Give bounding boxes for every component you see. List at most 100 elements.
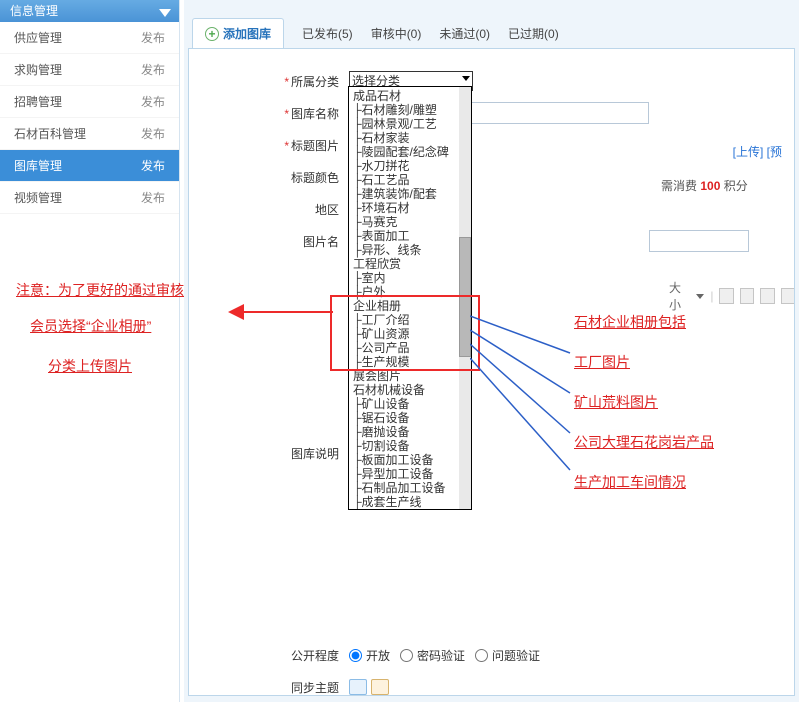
editor-size-label: 大小 [669, 279, 690, 313]
radio-question[interactable]: 问题验证 [475, 647, 540, 664]
dropdown-option[interactable]: ├公司产品 [353, 341, 471, 355]
dropdown-option[interactable]: ├石制品加工设备 [353, 481, 471, 495]
label-name: *图库名称 [189, 105, 349, 122]
sidebar-publish-link[interactable]: 发布 [141, 118, 165, 149]
sync-icon-1[interactable] [349, 679, 367, 695]
note-right-4: 生产加工车间情况 [574, 472, 686, 492]
sidebar-title: 信息管理 [10, 4, 58, 18]
label-image-name: 图片名 [189, 233, 349, 250]
main-area: + 添加图库 已发布(5) 审核中(0) 未通过(0) 已过期(0) *所属分类… [184, 0, 799, 702]
sidebar-item-label: 图库管理 [14, 150, 62, 181]
label-sync: 同步主题 [189, 679, 349, 696]
link-upload[interactable]: [上传] [733, 145, 764, 159]
sidebar-item-label: 供应管理 [14, 22, 62, 53]
dropdown-option[interactable]: 工程欣赏 [353, 257, 471, 271]
tab-expired[interactable]: 已过期(0) [508, 25, 559, 42]
sidebar-item[interactable]: 招聘管理 发布 [0, 86, 179, 118]
sidebar-item[interactable]: 求购管理 发布 [0, 54, 179, 86]
dropdown-option[interactable]: ├户外 [353, 285, 471, 299]
label-publicity: 公开程度 [189, 647, 349, 664]
tab-add-label: 添加图库 [223, 25, 271, 42]
tab-rejected[interactable]: 未通过(0) [439, 25, 490, 42]
dropdown-option[interactable]: ├石工艺品 [353, 173, 471, 187]
label-desc: 图库说明 [189, 445, 349, 462]
sidebar-item-label: 求购管理 [14, 54, 62, 85]
note-left-3: 分类上传图片 [48, 356, 132, 376]
dropdown-scrollbar[interactable] [459, 87, 471, 509]
tabs: + 添加图库 已发布(5) 审核中(0) 未通过(0) 已过期(0) [184, 0, 799, 48]
dropdown-option[interactable]: 成品石材 [353, 89, 471, 103]
dropdown-option[interactable]: ├建筑装饰/配套 [353, 187, 471, 201]
editor-toolbar: 大小 | [669, 279, 795, 313]
chevron-down-icon [159, 4, 171, 26]
image-name-input[interactable] [649, 230, 749, 252]
image-icon[interactable] [760, 288, 774, 304]
video-icon[interactable] [781, 288, 795, 304]
link-icon[interactable] [719, 288, 733, 304]
note-left-1: 注意：为了更好的通过审核 [16, 280, 184, 300]
dropdown-option[interactable]: ├异型加工设备 [353, 467, 471, 481]
plus-icon: + [205, 27, 219, 41]
upload-links: [上传] [预 [733, 143, 782, 160]
radio-open[interactable]: 开放 [349, 647, 390, 664]
scroll-thumb[interactable] [459, 237, 471, 357]
sidebar-header[interactable]: 信息管理 [0, 0, 179, 22]
sidebar-item-label: 招聘管理 [14, 86, 62, 117]
points-text: 需消费 100 积分 [661, 177, 748, 194]
sidebar-item-label: 石材百科管理 [14, 118, 86, 149]
dropdown-option[interactable]: ├异形、线条 [353, 243, 471, 257]
radio-pwd[interactable]: 密码验证 [400, 647, 465, 664]
sidebar-item[interactable]: 供应管理 发布 [0, 22, 179, 54]
sidebar-item-label: 视频管理 [14, 182, 62, 213]
sidebar-publish-link[interactable]: 发布 [141, 150, 165, 181]
label-title-color: 标题颜色 [189, 169, 349, 186]
sidebar-publish-link[interactable]: 发布 [141, 22, 165, 53]
dropdown-option[interactable]: ├矿山资源 [353, 327, 471, 341]
link-preview[interactable]: [预 [767, 145, 782, 159]
dropdown-option[interactable]: 展会图片 [353, 369, 471, 383]
sidebar: 信息管理 供应管理发布求购管理发布招聘管理发布石材百科管理发布图库管理发布视频管… [0, 0, 180, 702]
sidebar-item[interactable]: 图库管理 发布 [0, 150, 179, 182]
sidebar-item[interactable]: 石材百科管理 发布 [0, 118, 179, 150]
sidebar-publish-link[interactable]: 发布 [141, 182, 165, 213]
dropdown-option[interactable]: ├生产规模 [353, 355, 471, 369]
dropdown-option[interactable]: ├切割设备 [353, 439, 471, 453]
category-dropdown[interactable]: 成品石材├石材雕刻/雕塑├园林景观/工艺├石材家装├陵园配套/纪念碑├水刀拼花├… [348, 86, 472, 510]
sidebar-item[interactable]: 视频管理 发布 [0, 182, 179, 214]
dropdown-option[interactable]: ├磨抛设备 [353, 425, 471, 439]
label-category: *所属分类 [189, 73, 349, 90]
label-title-image: *标题图片 [189, 137, 349, 154]
note-left-2: 会员选择“企业相册” [30, 316, 151, 336]
tab-reviewing[interactable]: 审核中(0) [371, 25, 422, 42]
dropdown-option[interactable]: 石材机械设备 [353, 383, 471, 397]
dropdown-option[interactable]: ├石材家装 [353, 131, 471, 145]
dropdown-option[interactable]: ├矿山设备 [353, 397, 471, 411]
note-right-title: 石材企业相册包括 [574, 312, 686, 332]
label-region: 地区 [189, 201, 349, 218]
sync-icon-2[interactable] [371, 679, 389, 695]
dropdown-option[interactable]: ├石材雕刻/雕塑 [353, 103, 471, 117]
dropdown-option[interactable]: ├板面加工设备 [353, 453, 471, 467]
dropdown-option[interactable]: ├表面加工 [353, 229, 471, 243]
sidebar-publish-link[interactable]: 发布 [141, 54, 165, 85]
dropdown-option[interactable]: ├室内 [353, 271, 471, 285]
caret-down-icon [462, 76, 470, 81]
dropdown-option[interactable]: ├工厂介绍 [353, 313, 471, 327]
dropdown-option[interactable]: ├马赛克 [353, 215, 471, 229]
dropdown-option[interactable]: ├陵园配套/纪念碑 [353, 145, 471, 159]
dropdown-option[interactable]: ├环境石材 [353, 201, 471, 215]
dropdown-option[interactable]: ├锯石设备 [353, 411, 471, 425]
note-right-2: 矿山荒料图片 [574, 392, 658, 412]
note-right-3: 公司大理石花岗岩产品 [574, 432, 714, 452]
dropdown-option[interactable]: ├水刀拼花 [353, 159, 471, 173]
note-right-1: 工厂图片 [574, 352, 630, 372]
dropdown-option[interactable]: ├园林景观/工艺 [353, 117, 471, 131]
emoji-icon[interactable] [740, 288, 754, 304]
caret-down-icon[interactable] [696, 294, 704, 299]
dropdown-option[interactable]: ├成套生产线 [353, 495, 471, 509]
form-panel: *所属分类 选择分类 *图库名称 *标题图片 标题颜色 地区 [188, 48, 795, 696]
sidebar-publish-link[interactable]: 发布 [141, 86, 165, 117]
tab-published[interactable]: 已发布(5) [302, 25, 353, 42]
dropdown-option[interactable]: 企业相册 [353, 299, 471, 313]
tab-add-gallery[interactable]: + 添加图库 [192, 18, 284, 48]
